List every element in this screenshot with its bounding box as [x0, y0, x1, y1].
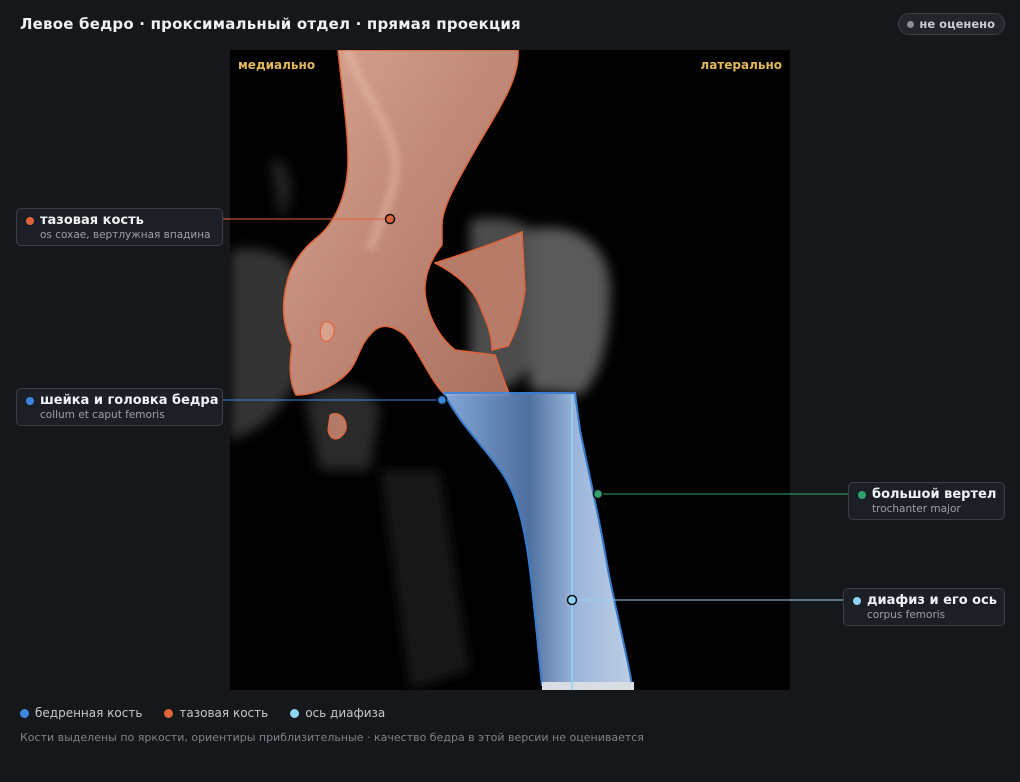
callout-pelvis[interactable]: тазовая кость os coxae, вертлужная впади… [16, 208, 223, 246]
orientation-lateral-label: латерально [700, 58, 782, 72]
status-label: не оценено [919, 17, 995, 31]
legend-femur-label: бедренная кость [35, 706, 143, 720]
callout-shaft[interactable]: диафиз и его ось corpus femoris [843, 588, 1005, 626]
callout-shaft-sublabel: corpus femoris [867, 609, 946, 621]
xray-drawing [230, 50, 634, 690]
callout-trochanter-sublabel: trochanter major [872, 503, 961, 515]
orientation-medial-label: медиально [238, 58, 316, 72]
xray-image: медиально латерально [230, 50, 790, 690]
legend-femur-dot-icon [20, 708, 29, 718]
legend: бедренная кость тазовая кость ось диафиз… [20, 706, 385, 720]
legend-item-femur: бедренная кость [20, 706, 142, 720]
legend-item-pelvis: тазовая кость [164, 706, 268, 720]
callout-pelvis-sublabel: os coxae, вертлужная впадина [40, 229, 211, 241]
legend-axis-label: ось диафиза [305, 706, 386, 720]
status-dot-icon [907, 20, 915, 28]
page-title: Левое бедро · проксимальный отдел · прям… [20, 15, 521, 33]
pelvis-dot-icon [26, 217, 34, 225]
callout-neck-label: шейка и головка бедра [40, 393, 219, 408]
callout-neck-sublabel: collum et caput femoris [40, 409, 165, 421]
legend-axis-dot-icon [290, 708, 300, 718]
legend-item-axis: ось диафиза [290, 706, 385, 720]
legend-pelvis-label: тазовая кость [179, 706, 269, 720]
callout-pelvis-label: тазовая кость [40, 213, 144, 228]
legend-pelvis-dot-icon [164, 708, 174, 718]
status-badge: не оценено [898, 13, 1005, 35]
callout-neck[interactable]: шейка и головка бедра collum et caput fe… [16, 388, 223, 426]
footnote: Кости выделены по яркости, ориентиры при… [20, 731, 644, 744]
neck-dot-icon [26, 397, 34, 405]
callout-trochanter-label: большой вертел [872, 487, 997, 502]
shaft-dot-icon [853, 597, 861, 605]
callout-shaft-label: диафиз и его ось [867, 593, 998, 608]
callout-trochanter[interactable]: большой вертел trochanter major [848, 482, 1005, 520]
trochanter-dot-icon [858, 491, 866, 499]
